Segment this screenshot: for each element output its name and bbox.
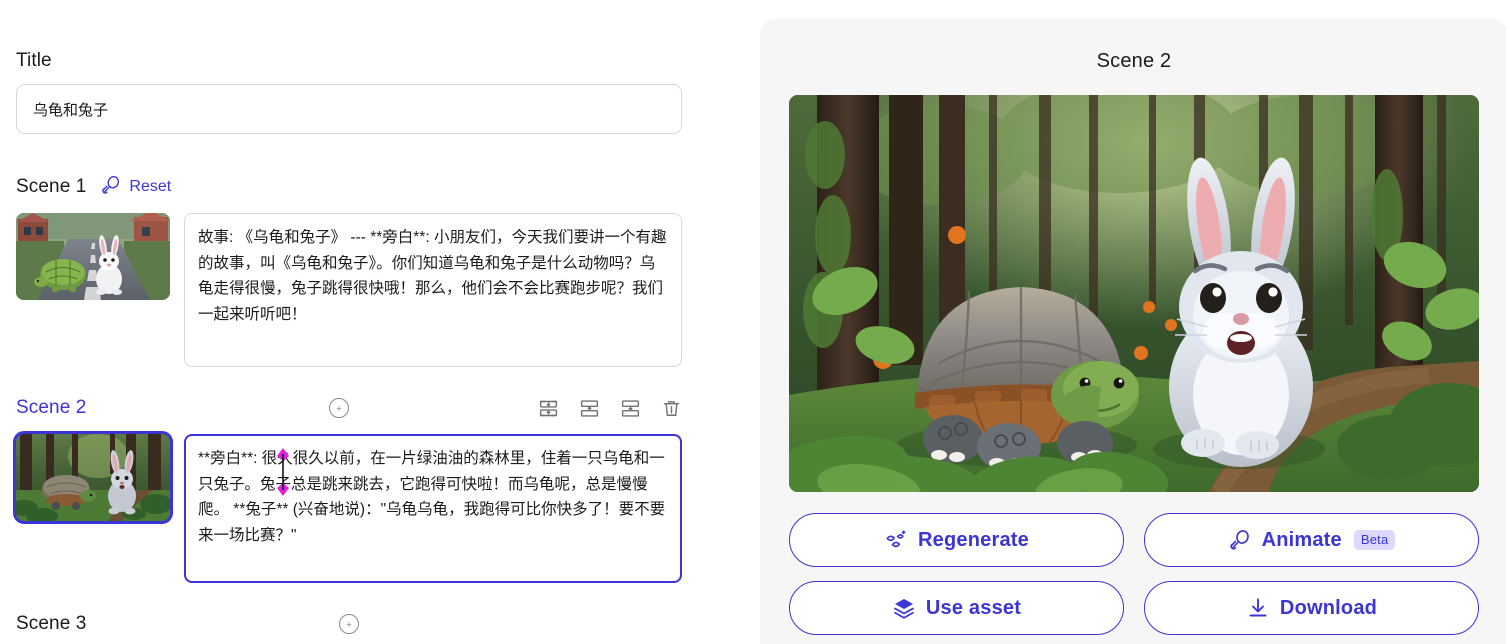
reset-label: Reset: [129, 178, 172, 195]
beta-badge: Beta: [1353, 530, 1396, 550]
scene-2-thumbnail-image: [16, 434, 170, 521]
scene-3-title: Scene 3: [16, 613, 87, 634]
split-scene-vertical-icon[interactable]: [538, 398, 559, 419]
scene-preview-image[interactable]: [789, 95, 1479, 492]
script-editor-pane: Title Scene 1 Reset: [0, 0, 760, 644]
turtle-and-rabbit-in-forest-image: [789, 95, 1479, 492]
title-input[interactable]: [16, 84, 682, 134]
scene-2-script-textarea[interactable]: **旁白**: 很久很久以前，在一片绿油油的森林里，住着一只乌龟和一只兔子。兔子…: [184, 434, 682, 583]
magic-wand-icon: [1229, 530, 1249, 550]
download-button[interactable]: Download: [1144, 581, 1479, 635]
scene-1-thumbnail-image: [16, 213, 170, 300]
preview-action-buttons: Regenerate Animate Beta Use asset Downlo…: [789, 513, 1479, 635]
sparkle-shapes-icon: [886, 530, 906, 548]
scene-2-header: Scene 2: [16, 391, 682, 425]
scene-preview-pane: Scene 2 Regenerate Animate Beta Use asse…: [760, 18, 1506, 644]
preview-scene-title: Scene 2: [1096, 50, 1172, 72]
plus-circle-icon: [337, 405, 342, 411]
scene-1-thumbnail[interactable]: [16, 213, 170, 300]
scene-2-thumbnail[interactable]: [13, 431, 173, 524]
download-label: Download: [1279, 596, 1378, 619]
scene-2-tools: [538, 398, 682, 419]
use-asset-button[interactable]: Use asset: [789, 581, 1124, 635]
scene-1-title: Scene 1: [16, 176, 87, 197]
magic-wand-icon: [100, 174, 122, 201]
scene-2-title: Scene 2: [16, 397, 87, 418]
scene-2-body: **旁白**: 很久很久以前，在一片绿油油的森林里，住着一只乌龟和一只兔子。兔子…: [13, 431, 682, 583]
merge-scene-up-icon[interactable]: [579, 398, 600, 419]
scene-1-header: Scene 1 Reset: [16, 170, 682, 204]
regenerate-button[interactable]: Regenerate: [789, 513, 1124, 567]
storyboard-editor-app: Title Scene 1 Reset: [0, 0, 1506, 644]
animate-button[interactable]: Animate Beta: [1144, 513, 1479, 567]
download-icon: [1249, 598, 1267, 617]
reset-button[interactable]: Reset: [100, 174, 171, 201]
use-asset-label: Use asset: [925, 596, 1022, 619]
scene-3-header: Scene 3: [16, 607, 682, 641]
animate-label: Animate: [1261, 528, 1342, 551]
title-label: Title: [16, 50, 52, 71]
add-scene-button-3[interactable]: [339, 614, 360, 634]
regenerate-label: Regenerate: [918, 528, 1029, 551]
layers-icon: [894, 599, 914, 619]
scene-1-body: 故事: 《乌龟和兔子》 --- **旁白**: 小朋友们，今天我们要讲一个有趣的…: [16, 213, 682, 367]
add-scene-button-2[interactable]: [329, 398, 350, 418]
scene-1-script-textarea[interactable]: 故事: 《乌龟和兔子》 --- **旁白**: 小朋友们，今天我们要讲一个有趣的…: [184, 213, 682, 367]
delete-scene-icon[interactable]: [661, 398, 682, 419]
merge-scene-down-icon[interactable]: [620, 398, 641, 419]
plus-circle-icon: [347, 621, 352, 627]
